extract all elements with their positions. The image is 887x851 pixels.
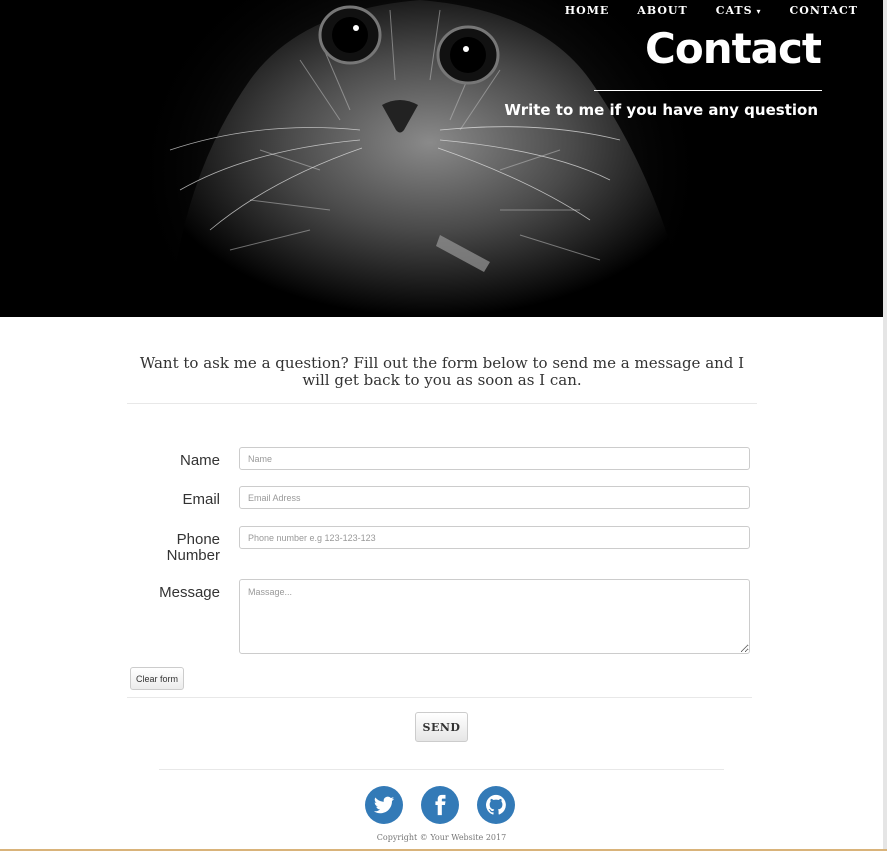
phone-label: Phone Number [120,532,220,564]
page-title: Contact [645,24,822,73]
hero-header: HOME ABOUT CATS ▾ CONTACT Contact Write t… [0,0,883,317]
page-subtitle: Write to me if you have any question [504,101,818,119]
nav-cats-dropdown[interactable]: CATS ▾ [702,4,776,17]
twitter-icon [373,796,395,814]
phone-label-line1: Phone [176,531,220,548]
phone-label-line2: Number [166,547,220,564]
name-label: Name [179,452,220,469]
facebook-icon [435,794,446,816]
message-label: Message [159,584,220,601]
name-input[interactable] [239,447,750,470]
send-button[interactable]: SEND [415,712,468,742]
hero-divider [594,90,822,91]
social-links [365,786,515,824]
nav-contact-link[interactable]: CONTACT [776,4,858,17]
nav-cats-label: CATS [715,4,753,17]
caret-down-icon: ▾ [756,6,762,16]
message-textarea[interactable] [239,579,750,654]
twitter-link[interactable] [365,786,403,824]
divider [127,403,757,404]
nav-home-link[interactable]: HOME [551,4,624,17]
github-icon [485,794,506,815]
nav-about-link[interactable]: ABOUT [623,4,701,17]
email-label: Email [182,491,220,508]
intro-text: Want to ask me a question? Fill out the … [139,354,745,389]
copyright-text: Copyright © Your Website 2017 [376,833,507,842]
clear-form-button[interactable]: Clear form [130,667,184,690]
main-nav: HOME ABOUT CATS ▾ CONTACT [551,4,858,17]
email-input[interactable] [239,486,750,509]
divider [127,697,752,698]
divider [159,769,724,770]
scrollbar[interactable] [883,0,887,851]
facebook-link[interactable] [421,786,459,824]
phone-input[interactable] [239,526,750,549]
github-link[interactable] [477,786,515,824]
